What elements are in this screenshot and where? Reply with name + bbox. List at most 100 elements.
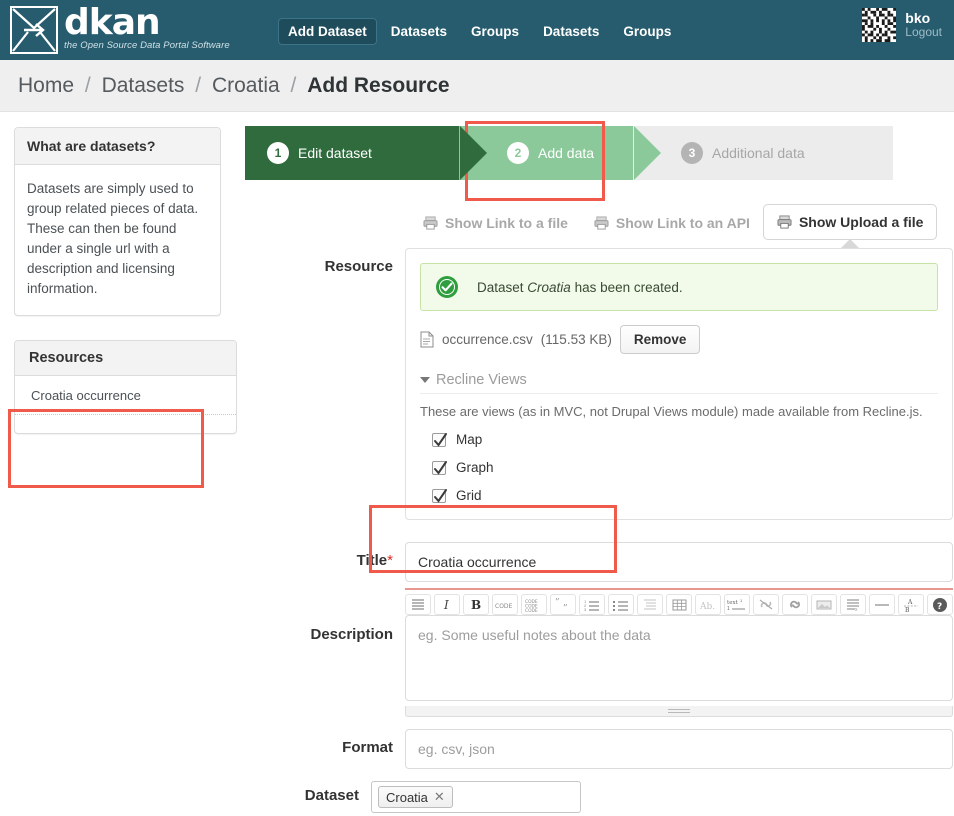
brand-logo[interactable]: dkan the Open Source Data Portal Softwar… (0, 2, 230, 54)
description-textarea[interactable] (405, 615, 953, 701)
recline-option-grid[interactable]: Grid (420, 488, 938, 503)
footnote-icon[interactable]: text 1 1 (724, 594, 750, 615)
title-label: Title* (245, 542, 405, 569)
dataset-tokenfield[interactable]: Croatia ✕ (371, 781, 581, 813)
textarea-resize-grippie[interactable] (405, 706, 953, 717)
status-text-after: has been created. (570, 279, 683, 295)
main-content: 1 Edit dataset 2 Add data 3 Additional d… (240, 112, 954, 816)
checkbox-grid[interactable] (432, 488, 447, 503)
grippie-lines (668, 709, 690, 713)
ordered-list-icon[interactable]: 123 (579, 594, 605, 615)
list-item[interactable]: Croatia occurrence (15, 376, 236, 415)
breadcrumb-item-home[interactable]: Home (18, 74, 74, 97)
text-wrap-icon[interactable]: x (840, 594, 866, 615)
align-left-icon[interactable] (405, 594, 431, 615)
svg-text:CODE: CODE (525, 608, 538, 612)
checkbox-graph[interactable] (432, 460, 447, 475)
recline-option-map[interactable]: Map (420, 432, 938, 447)
wizard-step-number: 3 (681, 142, 703, 164)
link-icon[interactable] (782, 594, 808, 615)
identicon-avatar (862, 8, 897, 42)
check-circle-icon (436, 276, 458, 298)
remove-file-button[interactable]: Remove (619, 325, 701, 354)
unlink-icon[interactable] (753, 594, 779, 615)
help-icon[interactable]: ? (927, 594, 953, 615)
svg-text:Ab.: Ab. (699, 602, 715, 611)
nav-item-datasets-2[interactable]: Datasets (533, 18, 609, 45)
code-icon[interactable]: CODE (492, 594, 518, 615)
wizard-step-additional-data[interactable]: 3 Additional data (633, 126, 893, 180)
info-panel-title: What are datasets? (15, 128, 220, 165)
svg-text:?: ? (937, 602, 942, 612)
horizontal-rule-icon[interactable] (869, 594, 895, 615)
tab-show-upload-a-file[interactable]: Show Upload a file (762, 204, 938, 248)
svg-text:B: B (905, 607, 910, 612)
breadcrumb-separator: / (84, 73, 91, 97)
user-account[interactable]: bko Logout (862, 8, 942, 42)
site-header: dkan the Open Source Data Portal Softwar… (0, 0, 954, 60)
title-label-text: Title (356, 552, 388, 569)
superscript-icon[interactable]: AB (898, 594, 924, 615)
title-input[interactable] (405, 542, 953, 582)
bold-icon[interactable]: B (463, 594, 489, 615)
tab-label: Show Link to an API (615, 215, 750, 231)
svg-text:”: ” (563, 604, 568, 611)
wizard-step-number: 1 (267, 142, 289, 164)
status-text-before: Dataset (477, 279, 528, 295)
svg-text:3: 3 (584, 607, 587, 611)
abbreviation-icon[interactable]: Ab. (695, 594, 721, 615)
form-row-resource: Resource Dataset Croatia has been create… (245, 248, 954, 520)
sidebar: What are datasets? Datasets are simply u… (0, 112, 240, 816)
resources-list-empty-row (15, 415, 236, 433)
breadcrumb: Home / Datasets / Croatia / Add Resource (18, 74, 450, 98)
svg-text:I: I (443, 598, 449, 611)
unordered-list-icon[interactable] (608, 594, 634, 615)
wizard-step-label: Edit dataset (298, 145, 372, 161)
checkbox-map[interactable] (432, 432, 447, 447)
envelope-arrow-logo-icon (10, 6, 58, 54)
resource-source-tabs: Show Link to a file Show Link to an API … (245, 202, 954, 248)
info-panel-body: Datasets are simply used to group relate… (27, 181, 199, 296)
close-icon[interactable]: ✕ (434, 789, 445, 805)
resource-upload-box: Dataset Croatia has been created. occurr… (405, 248, 953, 520)
svg-text:1: 1 (740, 598, 743, 603)
dataset-token[interactable]: Croatia ✕ (378, 786, 453, 808)
outdent-icon[interactable] (637, 594, 663, 615)
nav-item-datasets-1[interactable]: Datasets (381, 18, 457, 45)
recline-option-graph[interactable]: Graph (420, 460, 938, 475)
required-marker: * (387, 552, 393, 569)
nav-item-add-dataset[interactable]: Add Dataset (278, 18, 377, 45)
chevron-up-icon (841, 239, 860, 248)
breadcrumb-separator: / (290, 73, 297, 97)
nav-item-groups-1[interactable]: Groups (461, 18, 529, 45)
table-icon[interactable] (666, 594, 692, 615)
nav-item-groups-2[interactable]: Groups (613, 18, 681, 45)
chevron-down-icon (420, 377, 430, 383)
tab-show-link-to-api[interactable]: Show Link to an API (581, 206, 763, 240)
format-input[interactable] (405, 729, 953, 769)
tab-show-link-to-file[interactable]: Show Link to a file (410, 206, 581, 240)
breadcrumb-item-datasets[interactable]: Datasets (102, 74, 185, 97)
brand-name: dkan (64, 2, 161, 43)
uploaded-file-name[interactable]: occurrence.csv (442, 332, 533, 347)
resources-panel-title: Resources (15, 341, 236, 376)
image-icon[interactable] (811, 594, 837, 615)
file-icon (420, 331, 434, 348)
svg-text:1: 1 (727, 606, 730, 611)
account-username: bko (905, 10, 931, 27)
recline-views-toggle[interactable]: Recline Views (420, 372, 938, 394)
breadcrumb-item-croatia[interactable]: Croatia (212, 74, 280, 97)
resources-list: Croatia occurrence (15, 376, 236, 433)
printer-icon (777, 215, 792, 229)
logout-link[interactable]: Logout (905, 25, 942, 40)
recline-views-description: These are views (as in MVC, not Drupal V… (420, 404, 923, 419)
blockquote-icon[interactable]: ”” (550, 594, 576, 615)
resources-panel: Resources Croatia occurrence (14, 340, 237, 434)
wizard-step-edit-dataset[interactable]: 1 Edit dataset (245, 126, 487, 180)
resource-label: Resource (324, 258, 393, 275)
brand-tagline: the Open Source Data Portal Software (64, 40, 230, 51)
code-block-icon[interactable]: CODE CODE CODE (521, 594, 547, 615)
italic-icon[interactable]: I (434, 594, 460, 615)
svg-text:x: x (855, 607, 858, 611)
page-body: What are datasets? Datasets are simply u… (0, 112, 954, 816)
